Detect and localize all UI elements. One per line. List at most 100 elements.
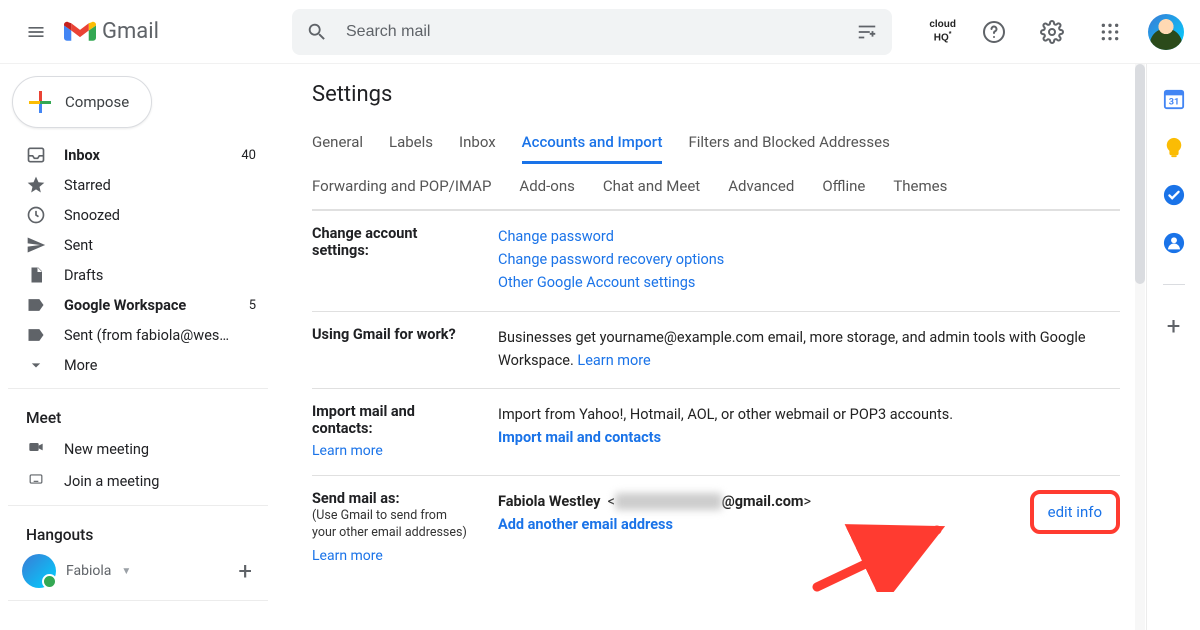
add-addon-icon[interactable]: + bbox=[1163, 315, 1185, 337]
section-work: Using Gmail for work? Businesses get you… bbox=[312, 311, 1120, 388]
sidebar-item-label: Sent (from fabiola@wes… bbox=[64, 327, 229, 344]
main-content: Settings General Labels Inbox Accounts and … bbox=[276, 64, 1146, 630]
sidebar-item-label: Snoozed bbox=[64, 207, 120, 224]
section-label: Using Gmail for work? bbox=[312, 326, 472, 372]
hangouts-heading: Hangouts bbox=[8, 514, 268, 550]
chevron-down-icon: ▼ bbox=[121, 566, 131, 577]
sidebar-item-count: 40 bbox=[241, 148, 256, 163]
contacts-icon[interactable] bbox=[1163, 232, 1185, 254]
settings-gear-icon[interactable] bbox=[1032, 12, 1072, 52]
search-icon bbox=[306, 21, 328, 43]
keep-icon[interactable] bbox=[1163, 136, 1185, 158]
plus-icon bbox=[29, 91, 51, 113]
compose-button[interactable]: Compose bbox=[12, 76, 152, 128]
learn-more-link[interactable]: Learn more bbox=[577, 352, 650, 369]
sendas-email-redacted: ██████████ bbox=[615, 493, 722, 510]
sidebar-item-label: Starred bbox=[64, 177, 111, 194]
hangouts-user-name: Fabiola bbox=[66, 563, 111, 579]
page-title: Settings bbox=[312, 82, 1120, 107]
tab-forwarding-and-pop-imap[interactable]: Forwarding and POP/IMAP bbox=[312, 177, 491, 195]
edit-info-link[interactable]: edit info bbox=[1048, 503, 1102, 521]
section-change-account: Change account settings: Change password… bbox=[312, 210, 1120, 311]
section-text: Import from Yahoo!, Hotmail, AOL, or oth… bbox=[498, 406, 953, 423]
sidebar-item-inbox[interactable]: Inbox 40 bbox=[8, 140, 268, 170]
sidebar-item-label: More bbox=[64, 357, 97, 374]
tab-themes[interactable]: Themes bbox=[893, 177, 947, 195]
account-link[interactable]: Change password bbox=[498, 228, 614, 245]
header: Gmail cloudHQ* bbox=[0, 0, 1200, 64]
tab-add-ons[interactable]: Add-ons bbox=[519, 177, 574, 195]
account-link[interactable]: Change password recovery options bbox=[498, 251, 724, 268]
brand[interactable]: Gmail bbox=[64, 19, 264, 44]
send-icon bbox=[26, 235, 46, 255]
meet-item-new-meeting[interactable]: New meeting bbox=[8, 433, 268, 465]
search-input[interactable] bbox=[344, 22, 840, 42]
gmail-logo-icon bbox=[64, 20, 96, 44]
svg-text:31: 31 bbox=[1168, 98, 1179, 108]
scrollbar[interactable] bbox=[1135, 64, 1145, 630]
search-bar[interactable] bbox=[292, 9, 892, 55]
hangouts-user-row[interactable]: Fabiola ▼ + bbox=[8, 550, 268, 592]
learn-more-link[interactable]: Learn more bbox=[312, 548, 472, 564]
clock-icon bbox=[26, 205, 46, 225]
new-chat-icon[interactable]: + bbox=[238, 557, 252, 585]
import-action-link[interactable]: Import mail and contacts bbox=[498, 429, 661, 446]
tab-advanced[interactable]: Advanced bbox=[728, 177, 794, 195]
tab-inbox[interactable]: Inbox bbox=[459, 127, 496, 163]
search-options-icon[interactable] bbox=[856, 21, 878, 43]
sendas-name: Fabiola Westley bbox=[498, 493, 600, 510]
learn-more-link[interactable]: Learn more bbox=[312, 443, 472, 459]
help-icon[interactable] bbox=[974, 12, 1014, 52]
sidebar-item-drafts[interactable]: Drafts bbox=[8, 260, 268, 290]
sendas-email-suffix: @gmail.com bbox=[722, 493, 804, 510]
sidebar-item-snoozed[interactable]: Snoozed bbox=[8, 200, 268, 230]
cloudhq-icon[interactable]: cloudHQ* bbox=[929, 20, 956, 43]
sidebar-item-label: Sent bbox=[64, 237, 93, 254]
section-label: Change account settings: bbox=[312, 225, 472, 295]
sidebar-item-google-workspace[interactable]: Google Workspace 5 bbox=[8, 290, 268, 320]
section-label: Import mail and contacts: bbox=[312, 403, 415, 437]
brand-name: Gmail bbox=[102, 19, 159, 44]
section-send-mail-as: Send mail as: (Use Gmail to send from yo… bbox=[312, 475, 1120, 580]
header-actions: cloudHQ* bbox=[929, 12, 1184, 52]
sidebar-item-count: 5 bbox=[249, 298, 256, 313]
inbox-icon bbox=[26, 145, 46, 165]
apps-grid-icon[interactable] bbox=[1090, 12, 1130, 52]
tag-icon bbox=[26, 295, 46, 315]
side-panel: 31 + bbox=[1146, 64, 1200, 630]
file-icon bbox=[26, 265, 46, 285]
calendar-icon[interactable]: 31 bbox=[1163, 88, 1185, 110]
sidebar-item-label: Drafts bbox=[64, 267, 103, 284]
tag-icon bbox=[26, 325, 46, 345]
hangouts-avatar bbox=[22, 554, 56, 588]
tab-filters-and-blocked-addresses[interactable]: Filters and Blocked Addresses bbox=[688, 127, 889, 163]
compose-label: Compose bbox=[65, 93, 129, 111]
sidebar-item-label: Google Workspace bbox=[64, 297, 186, 314]
sidebar: Compose Inbox 40 Starred Snoozed Sent Drafts G… bbox=[0, 64, 276, 630]
sidebar-item-sent[interactable]: Sent bbox=[8, 230, 268, 260]
section-sublabel: (Use Gmail to send from your other email… bbox=[312, 507, 472, 542]
tab-chat-and-meet[interactable]: Chat and Meet bbox=[603, 177, 700, 195]
add-email-link[interactable]: Add another email address bbox=[498, 516, 673, 533]
tab-general[interactable]: General bbox=[312, 127, 363, 163]
tab-offline[interactable]: Offline bbox=[822, 177, 865, 195]
tasks-icon[interactable] bbox=[1163, 184, 1185, 206]
sidebar-item-starred[interactable]: Starred bbox=[8, 170, 268, 200]
keyboard-icon bbox=[26, 472, 46, 490]
section-import: Import mail and contacts: Learn more Imp… bbox=[312, 388, 1120, 475]
meet-item-label: New meeting bbox=[64, 441, 149, 458]
account-avatar[interactable] bbox=[1148, 14, 1184, 50]
meet-item-join-a-meeting[interactable]: Join a meeting bbox=[8, 465, 268, 497]
sidebar-item-label: Inbox bbox=[64, 147, 100, 164]
meet-heading: Meet bbox=[8, 397, 268, 433]
account-link[interactable]: Other Google Account settings bbox=[498, 274, 695, 291]
sidebar-item-more[interactable]: More bbox=[8, 350, 268, 380]
sidebar-item-sent-from-fabiola-wes-[interactable]: Sent (from fabiola@wes… bbox=[8, 320, 268, 350]
tab-accounts-and-import[interactable]: Accounts and Import bbox=[522, 127, 663, 164]
meet-item-label: Join a meeting bbox=[64, 473, 159, 490]
tab-labels[interactable]: Labels bbox=[389, 127, 433, 163]
chevron-icon bbox=[26, 355, 46, 375]
menu-icon[interactable] bbox=[16, 12, 56, 52]
settings-tabs: General Labels Inbox Accounts and Import Fil… bbox=[312, 119, 1120, 210]
camera-icon bbox=[26, 439, 46, 459]
